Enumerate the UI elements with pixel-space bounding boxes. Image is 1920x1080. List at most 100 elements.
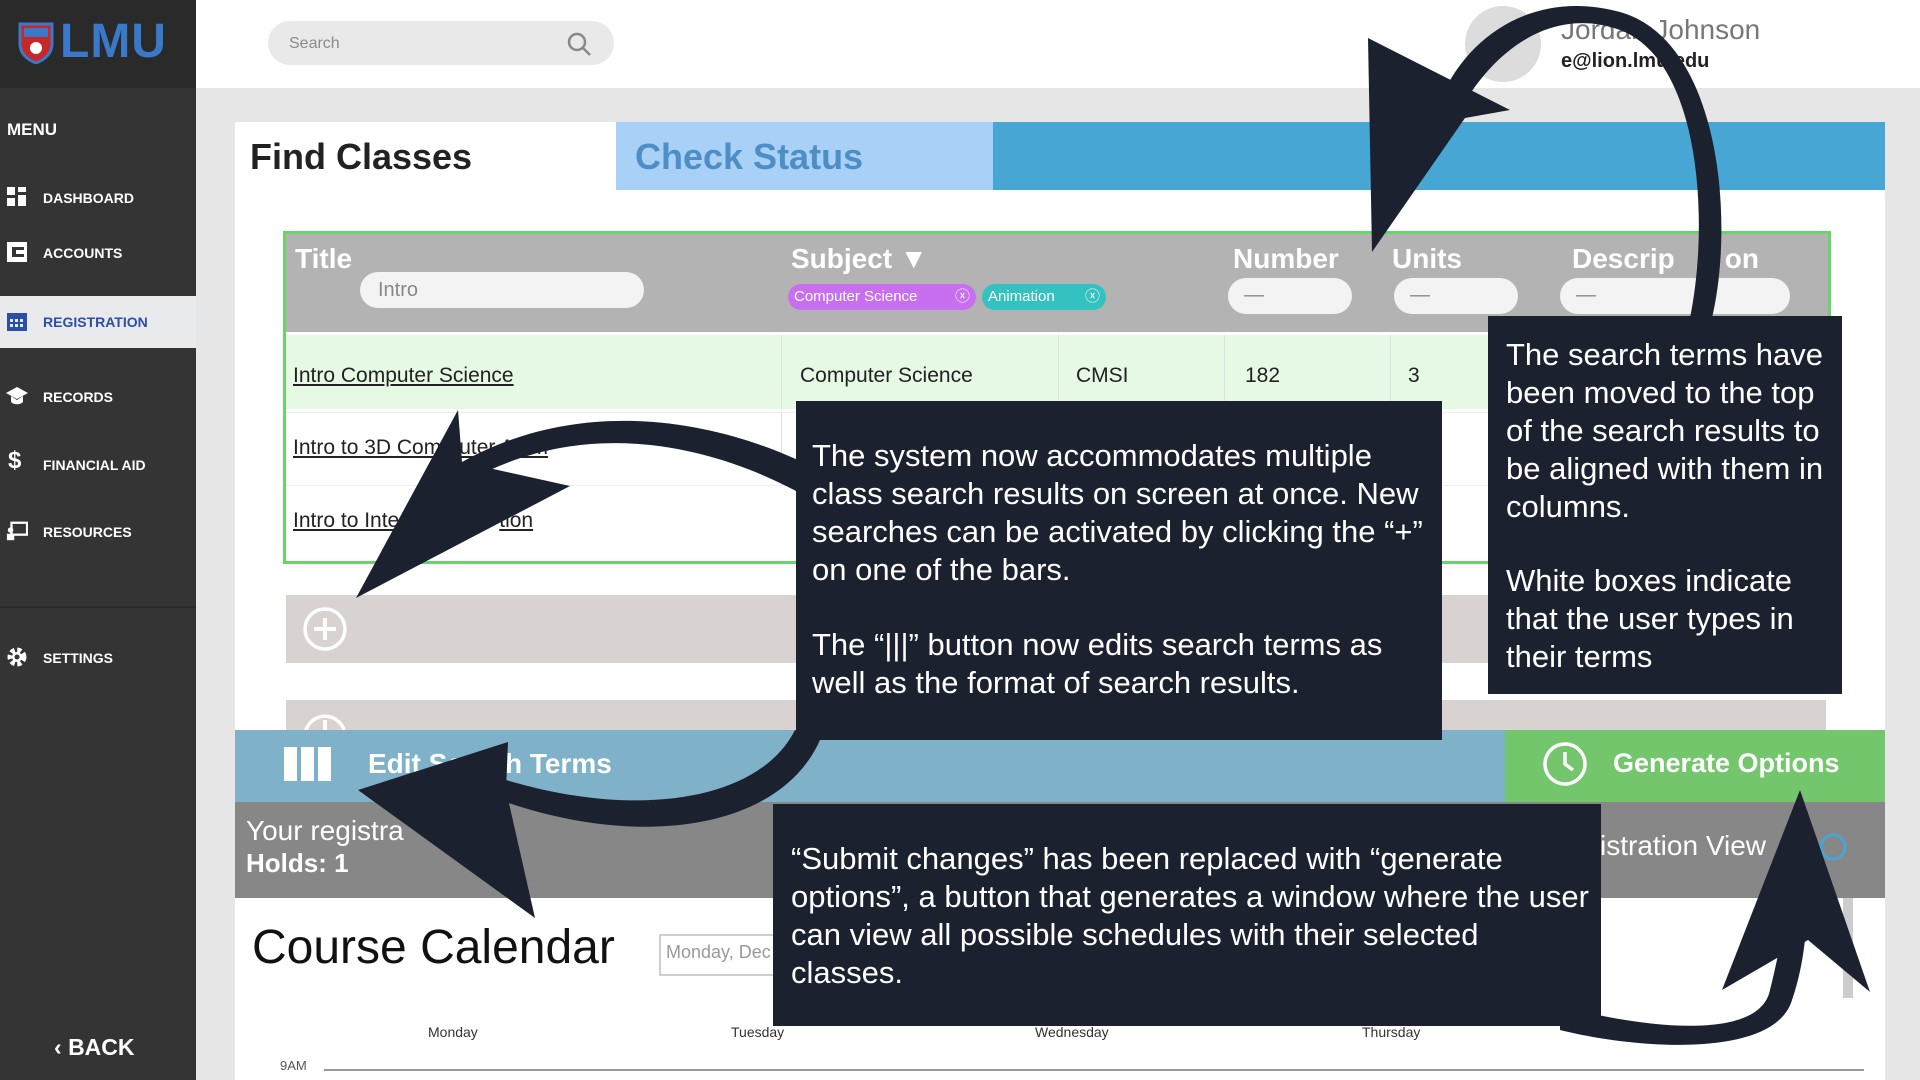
toggle-circle-icon[interactable] — [1818, 832, 1848, 862]
sidebar-item-dashboard[interactable]: DASHBOARD — [0, 174, 196, 222]
card-icon — [7, 242, 27, 262]
result-title-link[interactable]: Intro Computer Science — [293, 364, 514, 388]
time-label: 9AM — [280, 1058, 307, 1073]
sidebar-item-financial-aid[interactable]: $ FINANCIAL AID — [0, 441, 196, 489]
column-divider — [781, 335, 782, 409]
menu-heading: MENU — [7, 120, 58, 139]
description-label: Descrip — [1572, 243, 1675, 274]
description-input[interactable]: — — [1560, 278, 1790, 314]
sidebar-divider — [0, 606, 196, 608]
result-subject: Computer Science — [800, 364, 973, 387]
input-value: — — [1410, 284, 1430, 306]
column-divider — [1058, 335, 1059, 409]
columns-icon — [284, 747, 331, 781]
sidebar-item-label: SETTINGS — [43, 650, 114, 666]
col-number-header: Number — [1233, 243, 1339, 274]
grid-icon — [7, 187, 26, 206]
column-divider — [1224, 335, 1225, 409]
callout-paragraph: The system now accommodates multiple cla… — [812, 438, 1423, 587]
result-title-link[interactable]: Intro to Inte tion — [293, 509, 533, 533]
chevron-left-icon: ‹ — [54, 1034, 69, 1060]
tab-label: Find Classes — [250, 136, 473, 177]
title-input[interactable]: Intro — [360, 272, 644, 308]
tab-label: Check Status — [635, 136, 864, 177]
callout-paragraph: The search terms have been moved to the … — [1506, 337, 1824, 524]
presentation-icon — [6, 521, 28, 541]
user-name: Jordan Johnson — [1561, 14, 1761, 45]
day-header: Monday — [428, 1024, 478, 1040]
subject-chip[interactable]: Computer Science ⓧ — [788, 284, 976, 310]
units-input[interactable]: — — [1394, 278, 1518, 314]
result-code: CMSI — [1076, 364, 1129, 387]
input-value: — — [1244, 284, 1264, 306]
caret-down-icon: ▼ — [899, 243, 928, 274]
result-title-part: tion — [499, 509, 534, 532]
remove-chip-icon[interactable]: ⓧ — [1085, 284, 1100, 310]
chip-label: Computer Science — [794, 288, 918, 305]
sidebar-item-settings[interactable]: SETTINGS — [0, 634, 196, 682]
gear-icon — [7, 647, 27, 667]
callout-paragraph: White boxes indicate that the user types… — [1506, 563, 1794, 674]
input-value: — — [1576, 284, 1596, 306]
generate-options-label: Generate Options — [1613, 748, 1840, 778]
sidebar-item-label: ACCOUNTS — [43, 245, 123, 261]
add-circle-icon[interactable] — [302, 606, 348, 652]
result-title-part: Intro to Inte — [293, 509, 400, 532]
chip-label: Animation — [988, 288, 1055, 305]
day-header: Wednesday — [1035, 1024, 1109, 1040]
subject-chip[interactable]: Animation ⓧ — [982, 284, 1106, 310]
user-email: e@lion.lmu.edu — [1561, 50, 1710, 72]
graduation-cap-icon — [6, 387, 28, 405]
holds-count: Holds: 1 — [246, 848, 349, 878]
calendar-scrollbar[interactable] — [1843, 898, 1853, 998]
calendar-icon — [7, 313, 27, 331]
clock-icon — [1543, 742, 1587, 786]
registration-status-text: Your registra — [246, 815, 404, 846]
col-subject-header[interactable]: Subject ▼ — [791, 243, 928, 275]
callout-generate-options-note: “Submit changes” has been replaced with … — [773, 804, 1601, 1026]
number-input[interactable]: — — [1228, 278, 1352, 314]
sidebar-item-registration[interactable]: REGISTRATION — [0, 296, 196, 348]
callout-paragraph: “Submit changes” has been replaced with … — [791, 841, 1589, 990]
sidebar-item-label: DASHBOARD — [43, 190, 134, 206]
callout-search-terms-note: The search terms have been moved to the … — [1488, 316, 1842, 694]
search-icon[interactable] — [566, 31, 592, 57]
back-button[interactable]: ‹ BACK — [54, 1034, 135, 1061]
sidebar-item-label: FINANCIAL AID — [43, 457, 146, 473]
column-divider — [1390, 335, 1391, 409]
logo-text: LMU — [60, 15, 167, 68]
sidebar-item-label: RESOURCES — [43, 524, 132, 540]
add-circle-icon[interactable] — [302, 708, 348, 730]
shield-logo-icon — [18, 22, 54, 64]
logo-area: LMU — [0, 0, 196, 88]
col-title-header: Title — [295, 243, 353, 274]
result-number: 182 — [1245, 364, 1281, 387]
date-picker-value: Monday, Dec — [666, 942, 771, 962]
col-description-header: Descrip on — [1572, 243, 1759, 275]
title-input-value: Intro — [378, 279, 419, 301]
edit-search-terms-label: Edit Search Terms — [368, 748, 612, 779]
calendar-title: Course Calendar — [252, 921, 615, 974]
search-placeholder: Search — [289, 35, 340, 52]
col-units-header: Units — [1392, 243, 1462, 274]
sidebar-item-resources[interactable]: RESOURCES — [0, 508, 196, 556]
dollar-icon: $ — [8, 447, 22, 474]
tab-find-classes[interactable]: Find Classes — [235, 122, 616, 190]
day-header: Tuesday — [731, 1024, 785, 1040]
subject-label: Subject — [791, 243, 893, 274]
result-title-link[interactable]: Intro to 3D Com uter Anim — [293, 436, 548, 460]
remove-chip-icon[interactable]: ⓧ — [955, 284, 970, 310]
tab-check-status[interactable]: Check Status — [616, 122, 993, 190]
result-title-part: Intro to 3D Com — [293, 436, 442, 459]
sidebar-item-label: REGISTRATION — [43, 314, 148, 330]
avatar[interactable] — [1465, 6, 1541, 82]
back-label: BACK — [68, 1034, 135, 1060]
callout-paragraph: The “|||” button now edits search terms … — [812, 627, 1383, 700]
registration-view-label: istration View — [1600, 830, 1767, 861]
time-gridline — [324, 1069, 1864, 1071]
sidebar-item-accounts[interactable]: ACCOUNTS — [0, 229, 196, 277]
callout-multiple-searches-note: The system now accommodates multiple cla… — [796, 401, 1442, 740]
day-header: Thursday — [1362, 1024, 1421, 1040]
result-units: 3 — [1408, 364, 1420, 387]
sidebar-item-records[interactable]: RECORDS — [0, 373, 196, 421]
